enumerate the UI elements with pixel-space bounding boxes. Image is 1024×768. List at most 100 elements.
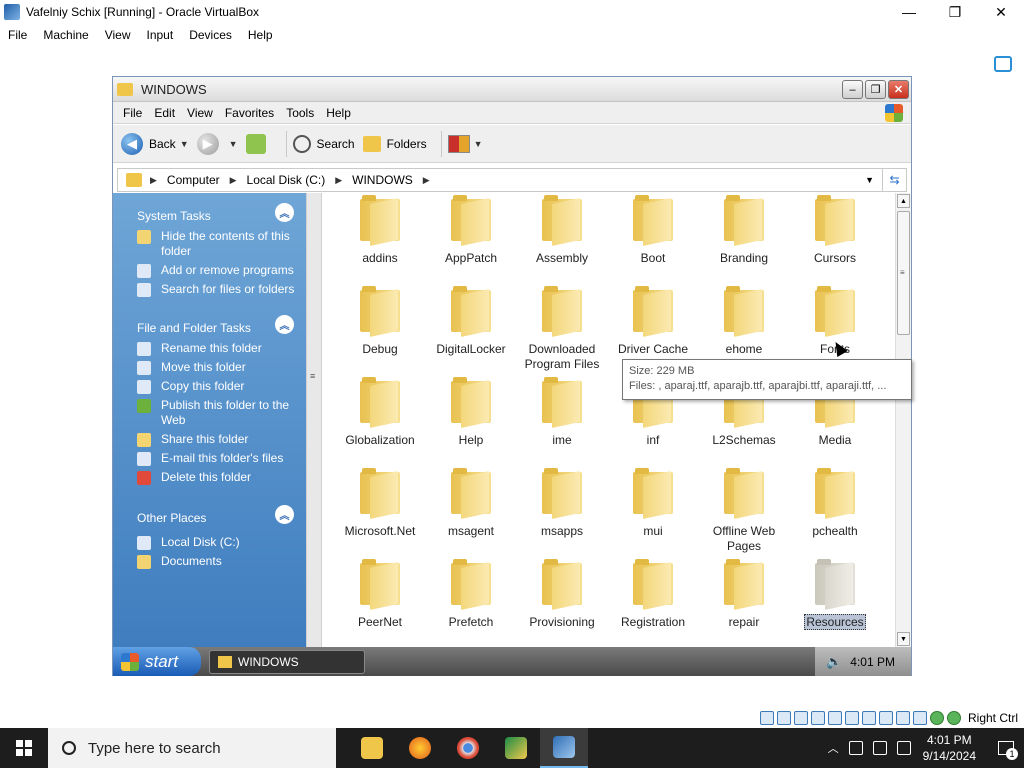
speaker-icon[interactable]: 🔈 [826, 654, 842, 670]
taskbar-window-button[interactable]: WINDOWS [209, 649, 365, 674]
taskbar-search-box[interactable]: Type here to search [48, 728, 336, 768]
menu-file[interactable]: File [117, 106, 148, 120]
folder-item[interactable]: Provisioning [516, 557, 608, 647]
menu-edit[interactable]: Edit [148, 106, 181, 120]
place-documents[interactable]: Documents [113, 552, 306, 571]
folder-item[interactable]: Offline Web Pages [698, 466, 790, 556]
vbox-menu-machine[interactable]: Machine [35, 28, 96, 42]
taskbar-app-file-explorer[interactable] [348, 728, 396, 768]
notification-bubble-icon[interactable] [994, 56, 1012, 72]
up-button[interactable] [245, 133, 272, 154]
vbox-menu-help[interactable]: Help [240, 28, 281, 42]
menu-view[interactable]: View [181, 106, 219, 120]
mouse-integration-icon[interactable] [896, 711, 910, 725]
folder-item[interactable]: Microsoft.Net [334, 466, 426, 556]
optical-drive-icon[interactable] [777, 711, 791, 725]
task-delete-folder[interactable]: Delete this folder [113, 468, 306, 487]
vbox-menu-view[interactable]: View [97, 28, 139, 42]
folder-item[interactable]: PeerNet [334, 557, 426, 647]
breadcrumb-arrow-icon[interactable]: ▶ [335, 175, 342, 186]
task-search-files[interactable]: Search for files or folders [113, 280, 306, 299]
breadcrumb-arrow-icon[interactable]: ▶ [150, 175, 157, 186]
scroll-up-icon[interactable]: ▲ [897, 194, 910, 208]
display-icon[interactable] [896, 741, 911, 755]
folder-item[interactable]: AppPatch [425, 193, 517, 283]
address-bar[interactable]: ▶ Computer ▶ Local Disk (C:) ▶ WINDOWS ▶… [117, 168, 907, 192]
collapse-icon[interactable]: ︽ [275, 315, 294, 334]
maximize-button[interactable]: ❐ [932, 0, 978, 24]
scroll-down-icon[interactable]: ▼ [897, 632, 910, 646]
pane-splitter[interactable]: ≡ [306, 193, 322, 647]
folder-item[interactable]: msapps [516, 466, 608, 556]
host-clock[interactable]: 4:01 PM 9/14/2024 [923, 732, 976, 764]
guest-additions-icon[interactable] [930, 711, 944, 725]
task-move-folder[interactable]: Move this folder [113, 358, 306, 377]
explorer-restore-button[interactable]: ❐ [865, 80, 886, 99]
audio-icon[interactable] [794, 711, 808, 725]
folder-item[interactable]: Assembly [516, 193, 608, 283]
keyboard-icon[interactable] [913, 711, 927, 725]
windows-start-button[interactable] [0, 728, 48, 768]
refresh-icon[interactable]: ⇆ [882, 168, 906, 192]
folder-item[interactable]: Downloaded Program Files [516, 284, 608, 374]
back-button[interactable]: ◀ Back ▼ [121, 132, 189, 155]
forward-dropdown-icon[interactable]: ▼ [229, 139, 238, 149]
folder-item[interactable]: ime [516, 375, 608, 465]
collapse-icon[interactable]: ︽ [275, 203, 294, 222]
explorer-close-button[interactable]: ✕ [888, 80, 909, 99]
execution-engine-icon[interactable] [947, 711, 961, 725]
forward-button[interactable]: ▶ ▼ [196, 132, 238, 155]
folder-item[interactable]: msagent [425, 466, 517, 556]
folder-item[interactable]: addins [334, 193, 426, 283]
show-hidden-icons-icon[interactable]: ︿ [828, 740, 839, 756]
task-copy-folder[interactable]: Copy this folder [113, 377, 306, 396]
folder-item[interactable]: Cursors [789, 193, 881, 283]
task-email-files[interactable]: E-mail this folder's files [113, 449, 306, 468]
breadcrumb-arrow-icon[interactable]: ▶ [230, 175, 237, 186]
minimize-button[interactable]: — [886, 0, 932, 24]
taskbar-app-virtualbox[interactable] [540, 728, 588, 768]
views-button[interactable]: ▼ [447, 134, 483, 153]
vbox-menu-file[interactable]: File [0, 28, 35, 42]
taskbar-app-chrome[interactable] [444, 728, 492, 768]
vbox-menu-input[interactable]: Input [139, 28, 182, 42]
vbox-menu-devices[interactable]: Devices [181, 28, 240, 42]
taskbar-app-firefox[interactable] [396, 728, 444, 768]
scrollbar-thumb[interactable]: ≡ [897, 211, 910, 335]
task-hide-contents[interactable]: Hide the contents of this folder [113, 227, 306, 261]
volume-muted-icon[interactable] [872, 741, 887, 755]
folder-item[interactable]: Globalization [334, 375, 426, 465]
collapse-icon[interactable]: ︽ [275, 505, 294, 524]
usb-icon[interactable] [828, 711, 842, 725]
video-capture-icon[interactable] [879, 711, 893, 725]
vertical-scrollbar[interactable]: ▲ ≡ ▼ [895, 193, 911, 647]
action-center-button[interactable]: 1 [988, 728, 1024, 768]
folders-button[interactable]: Folders [362, 135, 427, 152]
folder-item[interactable]: Registration [607, 557, 699, 647]
breadcrumb-local-disk[interactable]: Local Disk (C:) [247, 173, 326, 187]
folder-item[interactable]: Resources [789, 557, 881, 647]
folder-item[interactable]: mui [607, 466, 699, 556]
folder-item[interactable]: DigitalLocker [425, 284, 517, 374]
shared-folders-icon[interactable] [845, 711, 859, 725]
breadcrumb-arrow-icon[interactable]: ▶ [423, 175, 430, 186]
breadcrumb-windows[interactable]: WINDOWS [352, 173, 413, 187]
menu-favorites[interactable]: Favorites [219, 106, 280, 120]
explorer-minimize-button[interactable]: – [842, 80, 863, 99]
close-button[interactable]: ✕ [978, 0, 1024, 24]
guest-clock[interactable]: 4:01 PM [850, 655, 895, 669]
folder-item[interactable]: Branding [698, 193, 790, 283]
hard-disk-icon[interactable] [760, 711, 774, 725]
folder-item[interactable]: Prefetch [425, 557, 517, 647]
folder-item[interactable]: repair [698, 557, 790, 647]
network-icon[interactable] [848, 741, 863, 755]
taskbar-app-veeam[interactable] [492, 728, 540, 768]
network-icon[interactable] [811, 711, 825, 725]
task-publish-folder[interactable]: Publish this folder to the Web [113, 396, 306, 430]
splitter-grip-icon[interactable]: ≡ [310, 371, 315, 381]
start-button[interactable]: start [113, 647, 201, 676]
search-button[interactable]: Search [292, 134, 355, 153]
menu-tools[interactable]: Tools [280, 106, 320, 120]
back-dropdown-icon[interactable]: ▼ [180, 139, 189, 149]
menu-help[interactable]: Help [320, 106, 357, 120]
